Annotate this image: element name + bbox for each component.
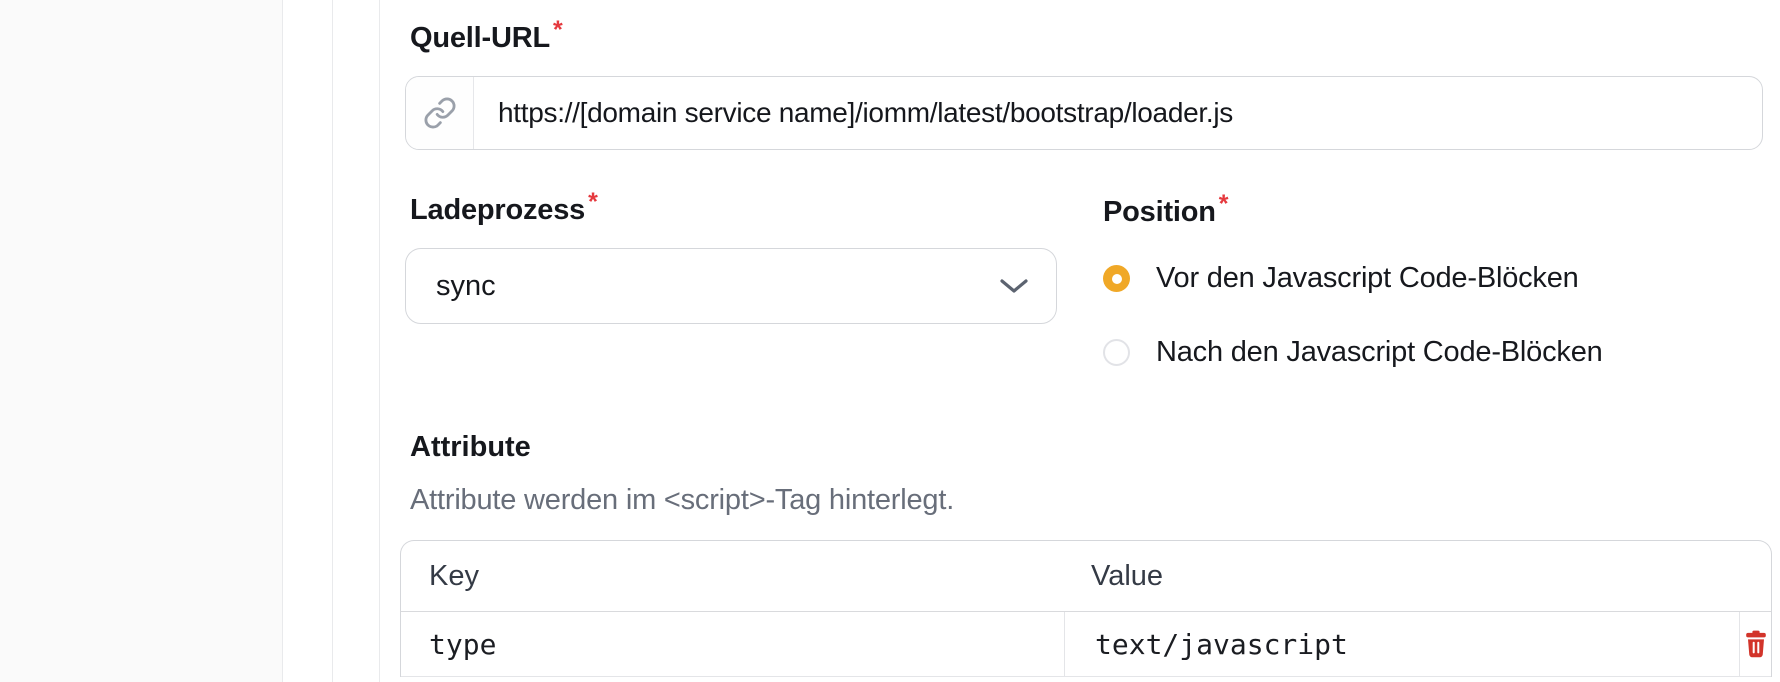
table-row: type text/javascript <box>401 612 1771 677</box>
row-action-cell <box>1739 612 1771 676</box>
radio-option-label: Vor den Javascript Code-Blöcken <box>1156 262 1579 294</box>
delete-row-button[interactable] <box>1744 630 1768 658</box>
content-divider <box>379 0 380 682</box>
radio-option-label: Nach den Javascript Code-Blöcken <box>1156 336 1603 368</box>
sidebar <box>0 0 283 682</box>
source-url-label: Quell-URL * <box>410 16 563 54</box>
attributes-table: Key Value type text/javascript <box>400 540 1772 677</box>
load-process-selected-value: sync <box>436 269 496 302</box>
load-process-select[interactable]: sync <box>405 248 1057 324</box>
attributes-description: Attribute werden im <script>-Tag hinterl… <box>410 484 955 516</box>
attribute-key-cell[interactable]: type <box>401 612 1064 676</box>
radio-option-after-js-blocks[interactable]: Nach den Javascript Code-Blöcken <box>1103 336 1603 369</box>
form-page: Quell-URL* Ladeprozess* sync Position* V… <box>0 0 1780 682</box>
load-process-label: Ladeprozess * <box>410 188 598 226</box>
required-marker: * <box>1218 190 1229 218</box>
panel-divider <box>332 0 333 682</box>
required-marker: * <box>552 16 563 44</box>
link-icon <box>406 77 474 149</box>
radio-option-before-js-blocks[interactable]: Vor den Javascript Code-Blöcken <box>1103 262 1579 295</box>
chevron-down-icon <box>999 278 1029 295</box>
required-marker: * <box>588 188 598 216</box>
column-header-key: Key <box>429 559 479 592</box>
column-header-value: Value <box>1091 559 1164 592</box>
source-url-input[interactable] <box>474 77 1762 149</box>
source-url-field <box>405 76 1763 150</box>
radio-selected-icon <box>1103 265 1130 292</box>
attribute-value-cell[interactable]: text/javascript <box>1064 612 1739 676</box>
radio-unselected-icon <box>1103 339 1130 366</box>
table-header-row: Key Value <box>401 541 1771 612</box>
position-label: Position * <box>1103 190 1229 228</box>
trash-icon <box>1745 630 1766 658</box>
attributes-heading: Attribute <box>410 431 531 463</box>
